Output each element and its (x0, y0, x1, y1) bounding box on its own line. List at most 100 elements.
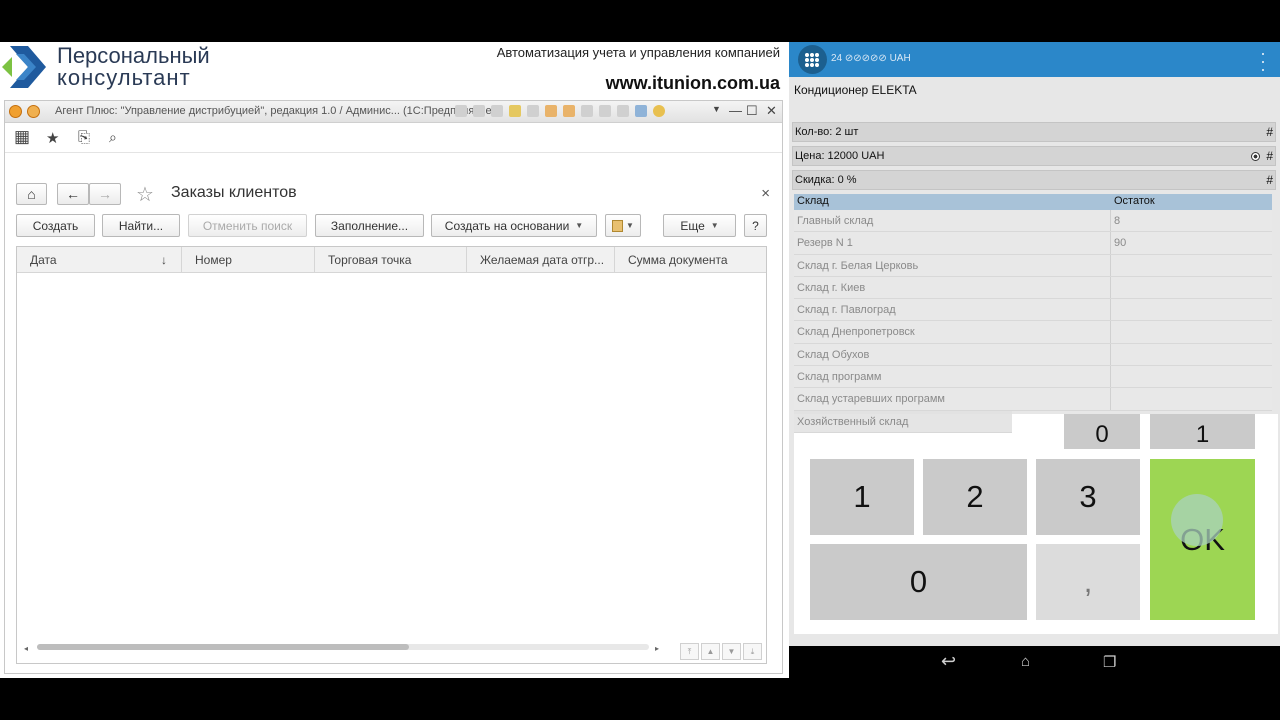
stock-row[interactable]: Склад Обухов (794, 343, 1272, 367)
warehouse-name: Главный склад (797, 215, 874, 227)
chevron-down-icon: ▼ (710, 221, 719, 230)
list-navigation: ⤒ ▲ ▼ ⤓ (680, 643, 762, 660)
app-menu-icon[interactable] (9, 105, 22, 118)
last-row-button[interactable]: ⤓ (743, 643, 762, 660)
arrow-left-icon: ← (66, 186, 80, 202)
quantity-field[interactable]: Кол-во: 2 шт # (792, 122, 1276, 142)
apps-grid-icon[interactable]: ▦ (14, 127, 30, 147)
star-icon[interactable]: ★ (46, 129, 59, 147)
fill-button[interactable]: Заполнение... (315, 214, 424, 237)
hash-icon[interactable]: # (1266, 123, 1273, 141)
app-logo-icon[interactable] (798, 45, 827, 74)
column-header-desired-date[interactable]: Желаемая дата отгр... (467, 247, 615, 273)
warehouse-name: Резерв N 1 (797, 237, 853, 250)
horizontal-scrollbar[interactable] (37, 644, 649, 650)
dropdown-icon[interactable]: ▼ (712, 104, 721, 114)
stock-table-header: Склад Остаток (794, 194, 1272, 210)
recents-icon[interactable]: ❐ (1103, 653, 1116, 671)
column-header-outlet[interactable]: Торговая точка (315, 247, 467, 273)
find-button[interactable]: Найти... (102, 214, 180, 237)
stock-table: Склад Остаток Главный склад 8 Резерв N 1 9… (794, 194, 1272, 433)
history-icon[interactable]: ⎘ (78, 129, 90, 146)
preview-icon[interactable] (491, 105, 503, 117)
scroll-right-icon[interactable]: ▸ (655, 644, 659, 653)
save-icon[interactable] (455, 105, 467, 117)
search-icon[interactable]: ⌕ (109, 129, 117, 146)
next-row-button[interactable]: ▼ (722, 643, 741, 660)
stock-row[interactable]: Хозяйственный склад (794, 410, 1012, 433)
brand-url: www.itunion.com.ua (605, 73, 780, 93)
table-header: Дата ↓ Номер Торговая точка Желаемая дат… (17, 247, 766, 273)
hash-icon[interactable]: # (1266, 147, 1273, 165)
info-icon[interactable] (653, 105, 665, 117)
touch-indicator (1171, 494, 1223, 546)
stock-row[interactable]: Склад г. Киев (794, 276, 1272, 300)
window-title: Агент Плюс: "Управление дистрибуцией", р… (55, 105, 496, 117)
scroll-left-icon[interactable]: ◂ (24, 644, 28, 653)
calculator-icon[interactable] (545, 105, 557, 117)
price-field[interactable]: Цена: 12000 UAH # (792, 146, 1276, 166)
star-outline-icon[interactable]: ☆ (136, 182, 154, 207)
home-button[interactable]: ⌂ (16, 183, 47, 205)
first-row-button[interactable]: ⤒ (680, 643, 699, 660)
stock-row[interactable]: Резерв N 1 90 (794, 232, 1272, 255)
key-3[interactable]: 3 (1036, 459, 1140, 535)
key-2[interactable]: 2 (923, 459, 1027, 535)
more-button[interactable]: Еще ▼ (663, 214, 736, 237)
close-form-button[interactable]: × (761, 185, 770, 202)
column-header-amount[interactable]: Сумма документа (615, 247, 766, 273)
column-header-number[interactable]: Номер (182, 247, 315, 273)
back-icon[interactable]: ↩ (941, 651, 956, 672)
orders-table[interactable]: Дата ↓ Номер Торговая точка Желаемая дат… (16, 246, 767, 664)
maximize-button[interactable]: ☐ (746, 103, 758, 119)
section-toolbar: ▦ ★ ⎘ ⌕ (5, 123, 782, 153)
create-button[interactable]: Создать (16, 214, 95, 237)
price-radio[interactable] (1251, 152, 1260, 161)
cancel-search-button[interactable]: Отменить поиск (188, 214, 307, 237)
key-comma[interactable]: , (1036, 544, 1140, 620)
help-button[interactable]: ? (744, 214, 767, 237)
stock-row[interactable]: Склад г. Павлоград (794, 299, 1272, 322)
app-bar: 24 ⊘⊘⊘⊘⊘ UAH · · · (789, 42, 1280, 78)
stock-row[interactable]: Склад программ (794, 366, 1272, 389)
warehouse-name: Хозяйственный склад (797, 415, 909, 428)
prev-row-button[interactable]: ▲ (701, 643, 720, 660)
warehouse-name: Склад Днепропетровск (797, 326, 915, 339)
order-amount: 24 ⊘⊘⊘⊘⊘ UAH (831, 53, 911, 64)
print-icon[interactable] (473, 105, 485, 117)
window-menu-icon[interactable] (27, 105, 40, 118)
favorites-icon[interactable] (509, 105, 521, 117)
page-title: Заказы клиентов (171, 184, 297, 201)
scrollbar-thumb[interactable] (37, 644, 409, 650)
stock-header-balance: Остаток (1114, 195, 1155, 207)
minimize-button[interactable]: — (729, 103, 742, 118)
brand-tagline: Автоматизация учета и управления компани… (496, 45, 780, 60)
stock-row[interactable]: Склад Днепропетровск (794, 321, 1272, 344)
key-0[interactable]: 0 (810, 544, 1027, 620)
mplus-icon[interactable] (581, 105, 593, 117)
stock-row[interactable]: Склад устаревших программ (794, 388, 1272, 411)
discount-field[interactable]: Скидка: 0 % # (792, 170, 1276, 190)
chevron-down-icon: ▼ (626, 221, 634, 230)
overflow-menu-icon[interactable]: · · · (1260, 44, 1266, 78)
close-window-button[interactable]: ✕ (766, 103, 777, 119)
create-based-on-button[interactable]: Создать на основании ▼ (431, 214, 597, 237)
calendar-icon[interactable] (563, 105, 575, 117)
panel-icon[interactable] (635, 105, 647, 117)
back-button[interactable]: ← (57, 183, 89, 205)
print-menu-button[interactable]: ▼ (605, 214, 641, 237)
print-icon (612, 219, 624, 232)
stock-row[interactable]: Склад г. Белая Церковь (794, 254, 1272, 277)
mminus-icon[interactable] (599, 105, 611, 117)
mr-icon[interactable] (617, 105, 629, 117)
column-header-date[interactable]: Дата ↓ (17, 247, 182, 273)
command-bar: Создать Найти... Отменить поиск Заполнен… (5, 211, 782, 239)
forward-button[interactable]: → (89, 183, 121, 205)
stock-row[interactable]: Главный склад 8 (794, 210, 1272, 233)
hash-icon[interactable]: # (1266, 171, 1273, 189)
home-icon[interactable]: ⌂ (1021, 653, 1030, 670)
warehouse-name: Склад г. Киев (797, 281, 866, 294)
history-icon[interactable] (527, 105, 539, 117)
key-1[interactable]: 1 (810, 459, 914, 535)
home-icon: ⌂ (27, 186, 36, 202)
